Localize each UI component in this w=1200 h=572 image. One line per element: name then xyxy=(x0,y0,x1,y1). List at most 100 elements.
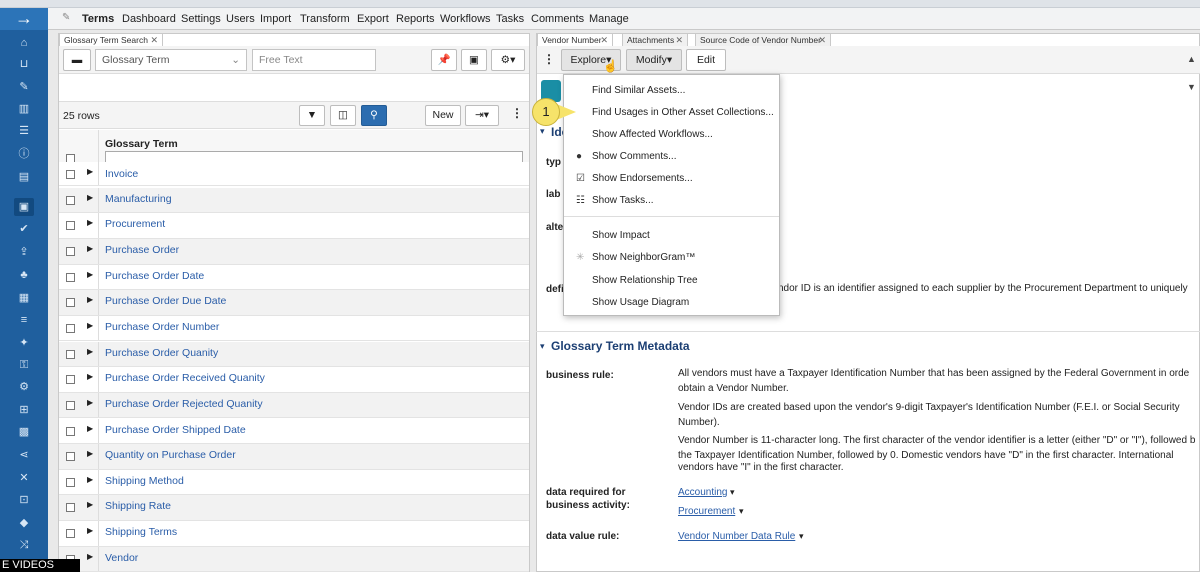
tag-icon[interactable]: ◆ xyxy=(14,514,34,532)
glossary-term-link[interactable]: Purchase Order Due Date xyxy=(105,295,226,307)
table-row[interactable]: ▶ Purchase Order Due Date xyxy=(59,290,529,316)
menu-dashboard[interactable]: Dashboard xyxy=(122,13,176,25)
menu-export[interactable]: Export xyxy=(357,13,389,25)
close-icon[interactable]: ✕ xyxy=(818,34,826,46)
puzzle-icon[interactable]: ✦ xyxy=(14,334,34,352)
save-button[interactable]: ▣ xyxy=(461,49,487,71)
table-row[interactable]: ▶ Shipping Terms xyxy=(59,521,529,547)
menu-import[interactable]: Import xyxy=(260,13,291,25)
row-checkbox[interactable] xyxy=(66,195,75,205)
menu-item-impact[interactable]: Show Impact xyxy=(592,230,650,241)
glossary-term-link[interactable]: Procurement xyxy=(105,218,165,230)
row-checkbox[interactable] xyxy=(66,529,75,539)
pin-button[interactable]: 📌 xyxy=(431,49,457,71)
glossary-term-link[interactable]: Invoice xyxy=(105,168,138,180)
expand-arrow-icon[interactable]: → xyxy=(0,8,48,30)
table-row[interactable]: ▶ Purchase Order Number xyxy=(59,315,529,342)
expand-caret-icon[interactable]: ▶ xyxy=(87,218,93,227)
collapse-caret-icon[interactable]: ▾ xyxy=(540,126,545,137)
expand-caret-icon[interactable]: ▶ xyxy=(87,167,93,176)
expand-caret-icon[interactable]: ▶ xyxy=(87,270,93,279)
expand-caret-icon[interactable]: ▶ xyxy=(87,500,93,509)
expand-caret-icon[interactable]: ▶ xyxy=(87,372,93,381)
table-row[interactable]: ▶ Shipping Method xyxy=(59,469,529,496)
menu-item-tasks[interactable]: Show Tasks... xyxy=(592,195,654,206)
more-vertical-icon[interactable]: ⋮ xyxy=(543,52,555,66)
edit-button[interactable]: Edit xyxy=(686,49,726,71)
row-checkbox[interactable] xyxy=(66,221,75,231)
row-checkbox[interactable] xyxy=(66,452,75,462)
row-checkbox[interactable] xyxy=(66,477,75,487)
menu-item-find-similar[interactable]: Find Similar Assets... xyxy=(592,85,685,96)
users-icon[interactable]: ♣ xyxy=(14,266,34,284)
tab-glossary-term-search[interactable]: Glossary Term Search ✕ xyxy=(59,33,163,46)
menu-transform[interactable]: Transform xyxy=(300,13,350,25)
menu-item-neighborgram[interactable]: Show NeighborGram™ xyxy=(592,252,695,263)
glossary-term-link[interactable]: Vendor xyxy=(105,552,138,564)
menu-settings[interactable]: Settings xyxy=(181,13,221,25)
new-button[interactable]: New xyxy=(425,105,461,126)
settings-icon[interactable]: ⚙ xyxy=(14,378,34,396)
free-text-input[interactable]: Free Text xyxy=(252,49,376,71)
columns-button[interactable]: ◫ xyxy=(330,105,356,126)
menu-item-endorsements[interactable]: Show Endorsements... xyxy=(592,173,693,184)
glossary-term-link[interactable]: Purchase Order Rejected Quanity xyxy=(105,398,263,410)
table-row[interactable]: ▶ Purchase Order Quanity xyxy=(59,341,529,368)
shuffle-icon[interactable]: ⤨ xyxy=(14,536,34,554)
close-icon[interactable]: ✕ xyxy=(600,34,608,46)
table-row[interactable]: ▶ Shipping Rate xyxy=(59,495,529,522)
menu-tasks[interactable]: Tasks xyxy=(496,13,524,25)
expand-caret-icon[interactable]: ▶ xyxy=(87,526,93,535)
wrench-icon[interactable]: ✎ xyxy=(14,78,34,96)
row-checkbox[interactable] xyxy=(66,503,75,513)
search-button[interactable]: ⚲ xyxy=(361,105,387,126)
close-icon[interactable]: ✕ xyxy=(675,34,683,46)
glossary-term-link[interactable]: Purchase Order Date xyxy=(105,270,204,282)
glossary-term-link[interactable]: Purchase Order xyxy=(105,244,179,256)
expand-caret-icon[interactable]: ▶ xyxy=(87,347,93,356)
glossary-term-link[interactable]: Purchase Order Shipped Date xyxy=(105,424,246,436)
glossary-term-link[interactable]: Manufacturing xyxy=(105,193,172,205)
tab-source-code[interactable]: Source Code of Vendor Number ✕ xyxy=(695,33,831,46)
modify-button[interactable]: Modify▾ xyxy=(626,49,682,71)
share-icon[interactable]: ⋖ xyxy=(14,446,34,464)
list-icon[interactable]: ☰ xyxy=(14,122,34,140)
tools-icon[interactable]: ✕ xyxy=(14,469,34,487)
expand-caret-icon[interactable]: ▶ xyxy=(87,424,93,433)
glossary-term-link[interactable]: Purchase Order Quanity xyxy=(105,347,218,359)
chevron-down-icon[interactable]: ▾ xyxy=(730,487,735,498)
folder-button[interactable]: ▬ xyxy=(63,49,91,71)
row-checkbox[interactable] xyxy=(66,272,75,282)
report-icon[interactable]: ▦ xyxy=(14,289,34,307)
table-row[interactable]: ▶ Invoice xyxy=(59,162,529,186)
menu-item-relationship-tree[interactable]: Show Relationship Tree xyxy=(592,275,698,286)
table-row[interactable]: ▶ Manufacturing xyxy=(59,187,529,214)
table-icon[interactable]: ▩ xyxy=(14,423,34,441)
menu-reports[interactable]: Reports xyxy=(396,13,435,25)
expand-caret-icon[interactable]: ▶ xyxy=(87,193,93,202)
table-row[interactable]: ▶ Purchase Order Received Quanity xyxy=(59,367,529,393)
row-checkbox[interactable] xyxy=(66,298,75,308)
filter-button[interactable]: ▼ xyxy=(299,105,325,126)
procurement-link[interactable]: Procurement xyxy=(678,506,735,517)
lock-icon[interactable]: ⊡ xyxy=(14,491,34,509)
expand-caret-icon[interactable]: ▶ xyxy=(87,244,93,253)
scroll-down-icon[interactable]: ▼ xyxy=(1187,82,1196,92)
expand-caret-icon[interactable]: ▶ xyxy=(87,295,93,304)
menu-item-find-usages[interactable]: Find Usages in Other Asset Collections..… xyxy=(592,107,774,118)
menu-terms[interactable]: Terms xyxy=(82,13,114,25)
expand-caret-icon[interactable]: ▶ xyxy=(87,449,93,458)
table-row[interactable]: ▶ Purchase Order Date xyxy=(59,264,529,291)
menu-manage[interactable]: Manage xyxy=(589,13,629,25)
asset-type-select[interactable]: Glossary Term ⌄ xyxy=(95,49,247,71)
glossary-icon[interactable]: ▣ xyxy=(14,198,34,216)
row-checkbox[interactable] xyxy=(66,246,75,256)
data-value-rule-link[interactable]: Vendor Number Data Rule xyxy=(678,531,795,542)
collapse-caret-icon[interactable]: ▾ xyxy=(540,341,545,352)
upload-icon[interactable]: ⇪ xyxy=(14,243,34,261)
tab-vendor-number[interactable]: Vendor Number ✕ xyxy=(537,33,613,46)
tab-attachments[interactable]: Attachments ✕ xyxy=(622,33,688,46)
menu-users[interactable]: Users xyxy=(226,13,255,25)
table-row[interactable]: ▶ Procurement xyxy=(59,213,529,239)
menu-comments[interactable]: Comments xyxy=(531,13,584,25)
